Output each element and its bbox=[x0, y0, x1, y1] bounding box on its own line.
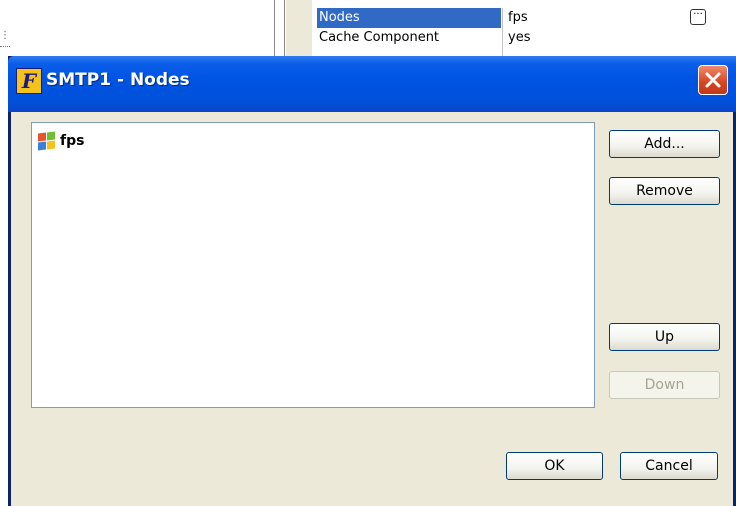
dialog-titlebar[interactable]: F SMTP1 - Nodes bbox=[8, 56, 736, 112]
nodes-listbox[interactable]: fps bbox=[31, 122, 595, 408]
node-label: fps bbox=[60, 133, 85, 149]
property-grid: Nodes fps ··· Cache Component yes bbox=[274, 0, 736, 60]
close-button[interactable] bbox=[698, 65, 728, 95]
property-name-cache-component[interactable]: Cache Component bbox=[319, 30, 439, 45]
add-button[interactable]: Add... bbox=[609, 130, 720, 158]
remove-button[interactable]: Remove bbox=[609, 177, 720, 205]
grid-separator bbox=[502, 8, 503, 60]
down-button[interactable]: Down bbox=[609, 371, 720, 399]
grid-line bbox=[284, 0, 285, 60]
cancel-button[interactable]: Cancel bbox=[620, 452, 718, 480]
ok-button[interactable]: OK bbox=[506, 452, 603, 480]
property-value-cache-component[interactable]: yes bbox=[508, 30, 530, 45]
ellipsis-button[interactable]: ··· bbox=[690, 9, 706, 25]
dotted-rule bbox=[0, 46, 10, 47]
property-name-nodes[interactable]: Nodes bbox=[317, 8, 501, 28]
dialog-body: fps Add... Remove Up Down OK Cancel bbox=[11, 112, 733, 506]
app-logo-icon: F bbox=[16, 68, 42, 94]
dialog-title: SMTP1 - Nodes bbox=[46, 70, 190, 90]
nodes-dialog: F SMTP1 - Nodes fps Add... Remove Up Dow… bbox=[8, 56, 736, 506]
grid-line bbox=[274, 0, 275, 60]
grid-dotted-mark: ⋮ bbox=[0, 30, 10, 41]
list-item[interactable]: fps bbox=[36, 131, 84, 151]
windows-flag-icon bbox=[36, 131, 56, 151]
grid-gutter bbox=[286, 0, 312, 60]
up-button[interactable]: Up bbox=[609, 323, 720, 351]
property-value-nodes[interactable]: fps bbox=[508, 8, 528, 28]
close-icon bbox=[705, 72, 721, 88]
